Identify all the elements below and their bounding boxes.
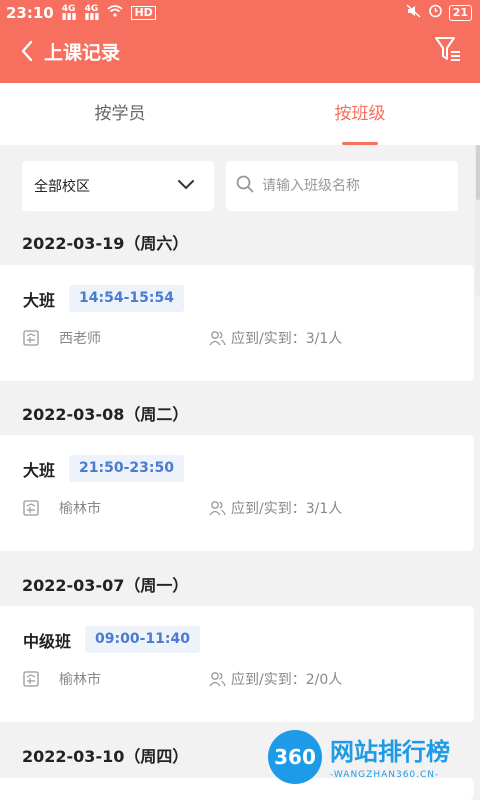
back-icon[interactable] xyxy=(20,36,42,66)
date-header: 2022-03-10（周四） xyxy=(22,747,189,766)
card-info-row: 榆林市 应到/实到：3/1人 xyxy=(23,498,463,520)
teacher-name: 榆林市 xyxy=(59,501,101,517)
attendance-label: 应到/实到： xyxy=(231,331,306,347)
signal-1-label: 4G xyxy=(61,3,76,14)
tab-by-student[interactable]: 按学员 xyxy=(0,83,240,145)
campus-dropdown-value: 全部校区 xyxy=(34,179,90,195)
teacher-icon xyxy=(23,671,39,687)
tab-bar: 按学员 按班级 xyxy=(0,83,480,145)
card-title-row: 大班 14:54-15:54 xyxy=(23,285,184,312)
people-icon xyxy=(209,330,226,346)
status-left: 23:10 4G ▮▮▮ 4G ▮▮▮ HD xyxy=(6,4,156,22)
attendance-value: 3/1人 xyxy=(305,501,343,517)
wifi-icon xyxy=(107,4,123,21)
class-name: 大班 xyxy=(23,460,56,480)
status-time: 23:10 xyxy=(6,3,54,22)
nav-bar: 上课记录 xyxy=(0,25,480,83)
hd-badge: HD xyxy=(131,5,156,20)
tab-by-student-label: 按学员 xyxy=(94,104,146,124)
attendance-text: 应到/实到：3/1人 xyxy=(231,498,342,520)
page-title: 上课记录 xyxy=(44,41,121,64)
active-tab-indicator xyxy=(342,142,378,145)
battery-indicator: 21 xyxy=(448,4,472,21)
class-record-card[interactable]: 大班 14:54-15:54 西老师 应到/实到：3/1人 xyxy=(0,265,474,381)
signal-2-label: 4G xyxy=(84,3,99,14)
alarm-icon xyxy=(428,3,443,22)
attendance-label: 应到/实到： xyxy=(231,501,306,517)
status-bar: 23:10 4G ▮▮▮ 4G ▮▮▮ HD 21 xyxy=(0,0,480,25)
date-header: 2022-03-08（周二） xyxy=(22,405,189,424)
chevron-down-icon xyxy=(178,178,194,194)
card-title-row: 中级班 09:00-11:40 xyxy=(23,626,200,653)
watermark-subtitle: -WANGZHAN360.CN- xyxy=(330,770,440,780)
teacher-name: 西老师 xyxy=(59,331,101,347)
scrollbar-thumb[interactable] xyxy=(476,145,480,200)
teacher-icon xyxy=(23,500,39,516)
date-header: 2022-03-07（周一） xyxy=(22,576,189,595)
card-info-row: 西老师 应到/实到：3/1人 xyxy=(23,328,463,350)
search-input[interactable] xyxy=(262,178,442,194)
people-icon xyxy=(209,671,226,687)
signal-2: 4G ▮▮▮ xyxy=(84,3,100,22)
attendance-text: 应到/实到：3/1人 xyxy=(231,328,342,350)
teacher-icon xyxy=(23,330,39,346)
teacher-name: 榆林市 xyxy=(59,672,101,688)
attendance-value: 3/1人 xyxy=(305,331,343,347)
class-name: 大班 xyxy=(23,290,56,310)
class-record-card[interactable]: 中级班 09:00-11:40 榆林市 应到/实到：2/0人 xyxy=(0,606,474,722)
date-header: 2022-03-19（周六） xyxy=(22,234,189,253)
attendance-value: 2/0人 xyxy=(305,672,343,688)
filter-row: 全部校区 xyxy=(22,161,458,211)
top-bar: 23:10 4G ▮▮▮ 4G ▮▮▮ HD 21 上课记录 xyxy=(0,0,480,83)
time-badge: 21:50-23:50 xyxy=(69,455,184,482)
watermark-title: 网站排行榜 xyxy=(330,738,450,766)
attendance-text: 应到/实到：2/0人 xyxy=(231,669,342,691)
people-icon xyxy=(209,500,226,516)
tab-by-class-label: 按班级 xyxy=(334,104,386,124)
tab-by-class[interactable]: 按班级 xyxy=(240,83,480,145)
attendance-label: 应到/实到： xyxy=(231,672,306,688)
signal-1: 4G ▮▮▮ xyxy=(61,3,77,22)
search-box[interactable] xyxy=(226,161,458,211)
time-badge: 09:00-11:40 xyxy=(85,626,200,653)
class-record-card[interactable]: 大班 21:50-23:50 榆林市 应到/实到：3/1人 xyxy=(0,435,474,551)
watermark-logo: 360 xyxy=(268,730,322,784)
campus-dropdown[interactable]: 全部校区 xyxy=(22,161,214,211)
search-icon xyxy=(236,175,254,197)
class-name: 中级班 xyxy=(23,631,72,651)
card-title-row: 大班 21:50-23:50 xyxy=(23,455,184,482)
card-info-row: 榆林市 应到/实到：2/0人 xyxy=(23,669,463,691)
filter-icon[interactable] xyxy=(434,35,462,65)
time-badge: 14:54-15:54 xyxy=(69,285,184,312)
watermark: 360 网站排行榜 -WANGZHAN360.CN- xyxy=(268,728,474,792)
status-right: 21 xyxy=(406,3,472,22)
mute-icon xyxy=(406,3,422,22)
